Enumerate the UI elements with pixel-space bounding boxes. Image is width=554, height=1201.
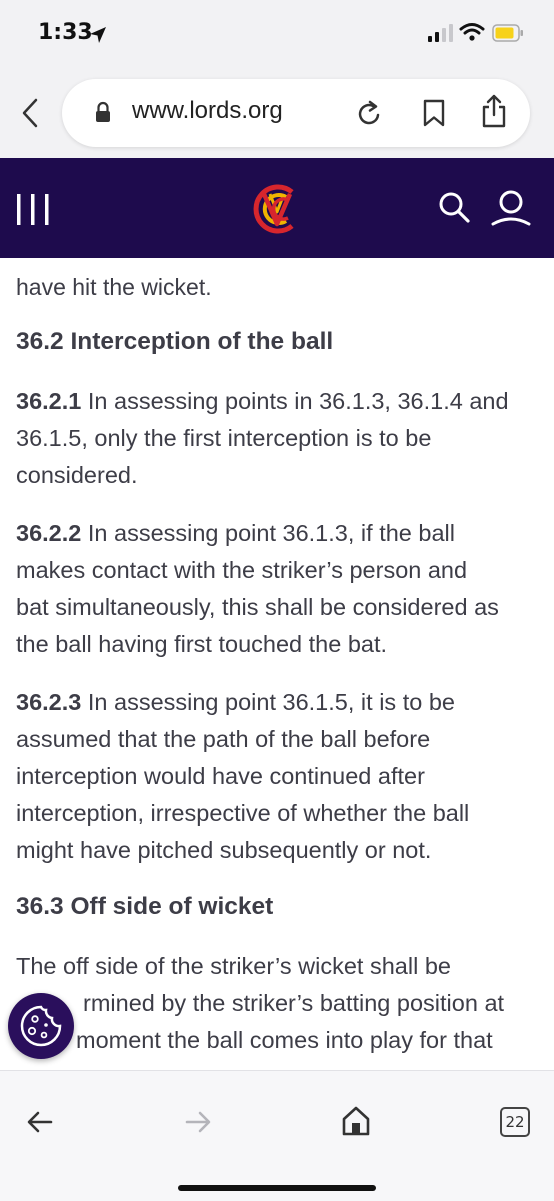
browser-toolbar: 22 [0,1070,554,1201]
clause-number: 36.2.2 [16,520,82,546]
paragraph-line: assumed that the path of the ball before [16,726,431,752]
location-arrow-icon [90,27,106,43]
signal-icon [428,24,453,42]
paragraph-36-2-1: 36.2.1 In assessing points in 36.1.3, 36… [16,383,536,494]
battery-icon [492,24,523,42]
paragraph-line: In assessing points in 36.1.3, 36.1.4 an… [81,388,509,414]
paragraph-line: rmined by the striker’s batting position… [83,990,505,1016]
home-indicator [178,1185,376,1191]
account-icon[interactable] [490,188,532,228]
cookie-settings-button[interactable] [8,993,74,1059]
paragraph-36-2-3: 36.2.3 In assessing point 36.1.5, it is … [16,684,536,869]
site-header [0,158,554,258]
back-arrow-icon[interactable] [26,1109,54,1135]
fragment-text: have hit the wicket. [16,274,212,300]
chevron-left-icon[interactable] [16,96,46,130]
bookmark-icon[interactable] [422,98,446,128]
paragraph-line: moment the ball comes into play for that [76,1027,493,1053]
tabs-count-button[interactable]: 22 [500,1107,530,1137]
browser-address-bar: www.lords.org [0,70,554,158]
clause-number: 36.2.1 [16,388,82,414]
article-content: have hit the wicket. 36.2 Interception o… [0,258,554,1070]
cookie-icon [20,1005,62,1047]
paragraph-line: interception, irrespective of whether th… [16,800,470,826]
mcc-logo[interactable] [248,180,306,238]
url-text: www.lords.org [132,97,283,124]
lock-icon [96,101,110,122]
search-icon[interactable] [437,190,471,224]
paragraph-line: bat simultaneously, this shall be consid… [16,594,499,620]
paragraph-line: interception would have continued after [16,763,425,789]
home-icon[interactable] [340,1105,372,1137]
paragraph-line: The off side of the striker’s wicket sha… [16,953,451,979]
paragraph-line: makes contact with the striker’s person … [16,557,468,583]
section-heading-36-3: 36.3 Off side of wicket [16,893,274,920]
paragraph-line: considered. [16,462,138,488]
paragraph-36-3: The off side of the striker’s wicket sha… [16,948,536,1059]
share-icon[interactable] [480,93,508,129]
article-fragment: have hit the wicket. [16,268,212,306]
paragraph-line: In assessing point 36.1.3, if the ball [81,520,455,546]
forward-arrow-icon[interactable] [184,1109,212,1135]
reload-icon[interactable] [356,98,384,128]
paragraph-line: In assessing point 36.1.5, it is to be [81,689,455,715]
url-field[interactable]: www.lords.org [62,79,530,147]
wifi-icon [459,23,485,41]
paragraph-line: might have pitched subsequently or not. [16,837,432,863]
paragraph-line: the ball having first touched the bat. [16,631,388,657]
status-time: 1:33 [38,20,93,45]
section-heading-36-2: 36.2 Interception of the ball [16,328,334,355]
menu-icon[interactable] [14,189,54,229]
paragraph-36-2-2: 36.2.2 In assessing point 36.1.3, if the… [16,515,536,663]
paragraph-line: 36.1.5, only the first interception is t… [16,425,432,451]
status-bar: 1:33 [0,0,554,70]
clause-number: 36.2.3 [16,689,82,715]
